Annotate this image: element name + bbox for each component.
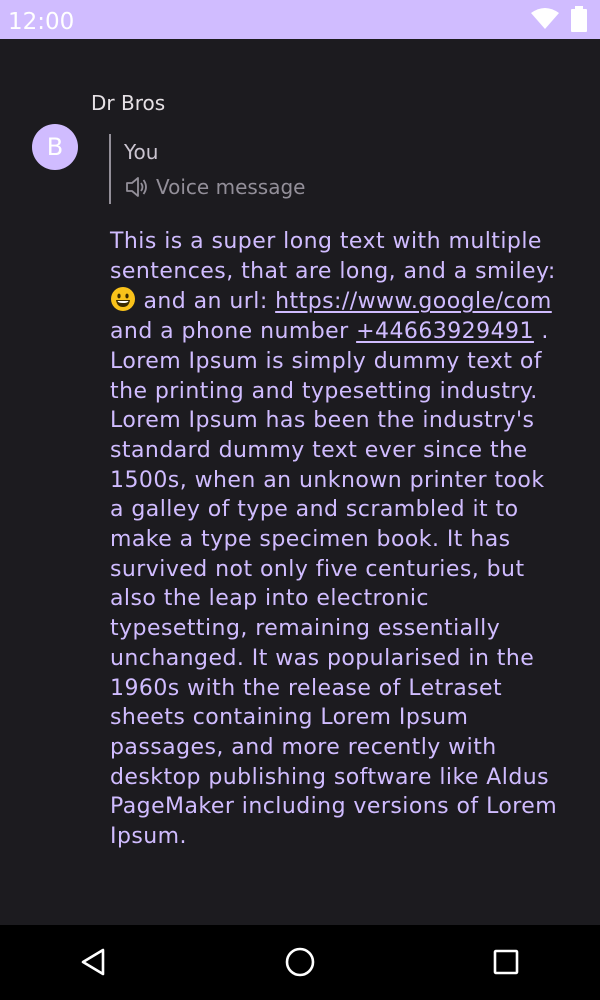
avatar[interactable]: B xyxy=(32,124,78,170)
status-icons xyxy=(530,6,588,32)
speaker-icon xyxy=(126,177,147,197)
status-time: 12:00 xyxy=(8,9,75,35)
back-icon xyxy=(81,948,105,976)
reply-quote[interactable]: You Voice message xyxy=(109,134,411,204)
battery-icon xyxy=(571,6,587,32)
recents-icon xyxy=(493,949,519,975)
reply-author: You xyxy=(124,140,159,164)
home-icon xyxy=(285,947,315,977)
home-button[interactable] xyxy=(282,944,318,980)
back-button[interactable] xyxy=(76,944,112,980)
url-link[interactable]: https://www.google/com xyxy=(275,289,552,314)
wifi-icon xyxy=(531,8,559,29)
recents-button[interactable] xyxy=(488,944,524,980)
message-text-part: and an url: xyxy=(136,289,276,315)
phone-link[interactable]: +44663929491 xyxy=(356,319,534,344)
reply-preview-text: Voice message xyxy=(156,175,306,199)
navigation-bar xyxy=(0,925,600,1000)
message-text-part: This is a super long text with multiple … xyxy=(110,229,564,284)
status-bar: 12:00 xyxy=(0,0,600,39)
message-text: This is a super long text with multiple … xyxy=(110,227,560,852)
message-text-part: . Lorem Ipsum is simply dummy text of th… xyxy=(110,319,565,850)
grinning-face-icon xyxy=(111,287,135,312)
sender-name: Dr Bros xyxy=(91,91,166,115)
message-screen: Dr Bros B You Voice message This is a su… xyxy=(0,39,600,925)
reply-preview: Voice message xyxy=(124,174,305,200)
